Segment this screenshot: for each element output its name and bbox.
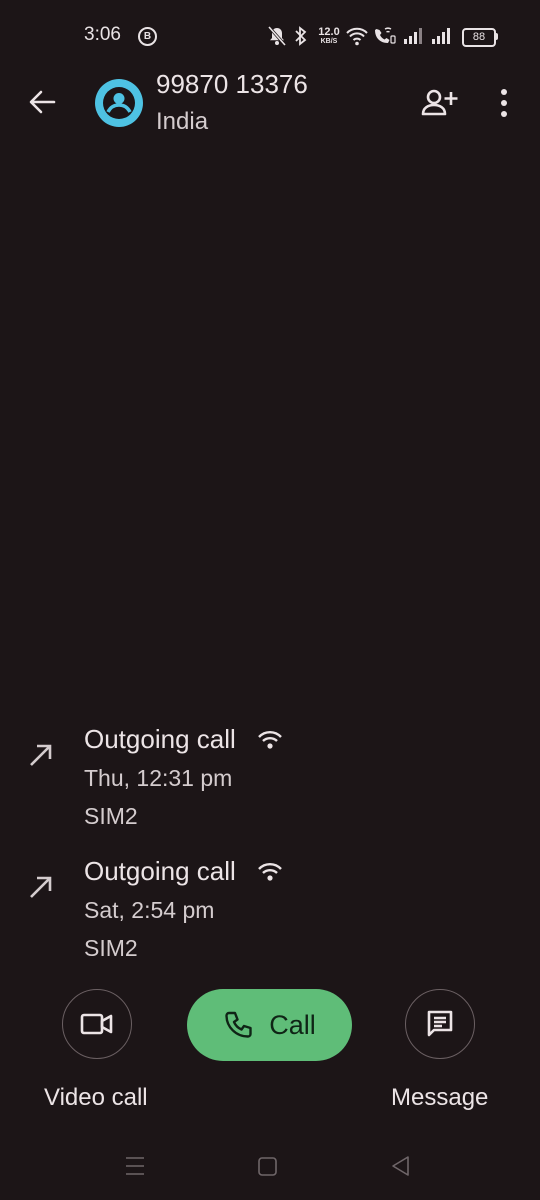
back-arrow-icon[interactable] [26,86,58,118]
message-label[interactable]: Message [391,1084,488,1112]
call-type: Outgoing call [84,856,236,886]
call-log-item[interactable]: Outgoing call Thu, 12:31 pm SIM2 [0,722,540,842]
bluetooth-icon [295,26,307,46]
wifi-icon [346,27,368,46]
signal-sim1-icon [404,28,422,44]
call-label: Call [269,1009,316,1040]
mute-icon [268,26,286,46]
video-camera-icon [80,1013,113,1035]
call-time: Sat, 2:54 pm [84,897,215,923]
call-type: Outgoing call [84,724,236,754]
battery-tip [495,33,498,40]
back-nav-icon[interactable] [390,1154,412,1178]
call-time: Thu, 12:31 pm [84,765,233,791]
add-contact-icon[interactable] [420,86,460,120]
phone-icon [225,1011,252,1038]
message-icon [427,1010,453,1037]
battery-indicator: 88 [462,28,496,47]
outgoing-arrow-icon [30,744,52,766]
menu-icon[interactable] [124,1154,146,1178]
message-button[interactable] [405,989,475,1059]
contact-country: India [156,108,209,135]
wifi-icon [258,863,282,881]
call-log-item[interactable]: Outgoing call Sat, 2:54 pm SIM2 [0,854,540,974]
outgoing-arrow-icon [30,876,52,898]
avatar[interactable] [95,79,143,127]
contact-number: 99870 13376 [156,69,308,99]
person-icon [103,87,135,119]
home-icon[interactable] [257,1154,279,1178]
status-time: 3:06 [84,24,121,45]
call-sim: SIM2 [84,935,138,961]
call-sim: SIM2 [84,803,138,829]
video-call-button[interactable] [62,989,132,1059]
more-options-icon[interactable] [490,86,518,120]
wifi-calling-icon [375,27,396,44]
call-button[interactable]: Call [187,989,352,1061]
status-icons: 12.0 KB/S [268,24,458,48]
b-circle-icon: B [138,27,157,46]
wifi-icon [258,731,282,749]
signal-sim2-icon [432,28,450,44]
network-speed: 12.0 KB/S [318,26,340,46]
video-call-label[interactable]: Video call [44,1084,148,1112]
